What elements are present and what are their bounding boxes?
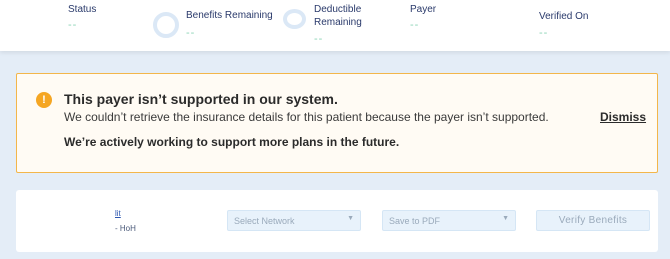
- alert-note: We’re actively working to support more p…: [64, 135, 400, 149]
- verified-on-label: Verified On: [539, 11, 589, 22]
- verification-card: lit - HoH Select Network ▼ Save to PDF ▼…: [16, 190, 658, 252]
- status-label: Status: [68, 4, 97, 15]
- network-select[interactable]: Select Network ▼: [227, 210, 361, 231]
- payer-value: --: [410, 19, 420, 31]
- deductible-value: --: [314, 33, 324, 45]
- alert-title: This payer isn’t supported in our system…: [64, 91, 338, 107]
- benefits-remaining-label: Benefits Remaining: [186, 10, 273, 21]
- payer-label: Payer: [410, 4, 437, 15]
- verified-on-value: --: [539, 27, 549, 39]
- alert-message: We couldn’t retrieve the insurance detai…: [64, 110, 549, 124]
- relationship-text: - HoH: [115, 224, 136, 233]
- benefits-summary-bar: Status -- Benefits Remaining -- Deductib…: [0, 0, 670, 51]
- verify-benefits-button[interactable]: Verify Benefits: [536, 210, 650, 231]
- chevron-down-icon: ▼: [347, 215, 354, 222]
- status-value: --: [68, 19, 78, 31]
- patient-link[interactable]: lit: [115, 209, 121, 218]
- dismiss-button[interactable]: Dismiss: [600, 110, 646, 124]
- deductible-donut-icon: [283, 9, 306, 29]
- deductible-label-line1: Deductible: [314, 4, 362, 15]
- unsupported-payer-alert: ! This payer isn’t supported in our syst…: [16, 73, 658, 173]
- deductible-label-line2: Remaining: [314, 17, 362, 28]
- network-select-placeholder: Select Network: [234, 216, 295, 226]
- benefits-donut-icon: [153, 12, 179, 38]
- warning-icon: !: [36, 92, 52, 108]
- benefits-remaining-value: --: [186, 27, 196, 39]
- save-pdf-select[interactable]: Save to PDF ▼: [382, 210, 516, 231]
- chevron-down-icon: ▼: [502, 215, 509, 222]
- save-pdf-placeholder: Save to PDF: [389, 216, 441, 226]
